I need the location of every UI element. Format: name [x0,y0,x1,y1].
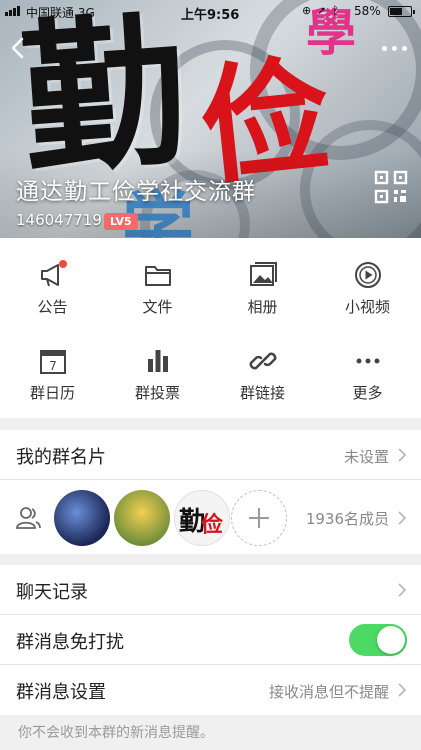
do-not-disturb-toggle[interactable] [349,624,407,656]
group-level-badge: LV5 [104,213,138,230]
qr-code-icon[interactable] [374,170,408,204]
group-name: 通达勤工俭学社交流群 [16,179,256,205]
more-options-icon[interactable] [380,38,410,58]
video-play-icon [355,262,381,288]
group-cover-banner: 勤 俭 学 學 中国联通 3G 上午9:56 ⊕ ➚ ᛒ 58% 通达勤工俭学社… [0,0,421,238]
feature-label: 相册 [247,298,278,316]
row-value: 接收消息但不提醒 [268,683,389,701]
message-settings-section: 聊天记录 群消息免打扰 群消息设置 接收消息但不提醒 [0,565,421,715]
member-avatar[interactable] [114,490,170,546]
folder-icon [145,266,171,286]
row-label: 群消息免打扰 [16,632,124,653]
row-value: 未设置 [343,448,389,466]
chat-history-row[interactable]: 聊天记录 [0,565,421,615]
feature-files[interactable]: 文件 [105,238,210,318]
status-time: 上午9:56 [181,8,240,23]
feature-label: 群日历 [29,384,75,402]
group-profile-section: 我的群名片 未设置 勤 俭 1936名成员 [0,430,421,554]
battery-percentage: 58% [354,4,381,18]
link-icon [249,352,277,370]
chevron-right-icon [398,683,407,697]
feature-label: 群投票 [134,384,180,402]
chevron-right-icon [398,448,407,462]
calendar-icon: 7 [40,350,66,374]
feature-label: 小视频 [344,298,390,316]
feature-album[interactable]: 相册 [210,238,315,318]
feature-calendar[interactable]: 7 群日历 [0,324,105,404]
feature-short-video[interactable]: 小视频 [315,238,420,318]
battery-icon [388,6,415,17]
feature-more[interactable]: 更多 [315,324,420,404]
svg-text:7: 7 [49,359,57,373]
row-label: 我的群名片 [16,447,106,468]
feature-vote[interactable]: 群投票 [105,324,210,404]
bluetooth-icon: ᛒ [332,4,340,17]
location-icon: ➚ [317,4,327,17]
member-avatar[interactable] [54,490,110,546]
chevron-right-icon [398,583,407,597]
message-settings-row[interactable]: 群消息设置 接收消息但不提醒 [0,665,421,715]
feature-link[interactable]: 群链接 [210,324,315,404]
orientation-lock-icon: ⊕ [302,4,312,17]
member-avatar[interactable]: 勤 俭 [174,490,230,546]
feature-label: 更多 [352,384,383,402]
member-count: 1936名成员 [305,510,389,528]
back-chevron-icon[interactable] [8,36,28,60]
add-member-button[interactable] [231,490,287,546]
feature-label: 公告 [37,298,68,316]
feature-announcement[interactable]: 公告 [0,238,105,318]
do-not-disturb-note: 你不会收到本群的新消息提醒。 [18,725,214,741]
chevron-right-icon [398,511,407,525]
row-label: 聊天记录 [16,582,88,603]
group-number: 146047719 [16,211,102,229]
bar-chart-icon [148,350,168,372]
feature-label: 文件 [142,298,173,316]
do-not-disturb-row: 群消息免打扰 [0,615,421,665]
feature-grid: 公告 文件 相册 小视频 7 群日历 群投票 群链接 更多 [0,238,421,418]
carrier-name: 中国联通 3G [26,6,95,20]
megaphone-icon [41,260,67,287]
members-icon [16,507,41,529]
photo-album-icon [250,262,277,286]
signal-strength-icon [5,6,20,16]
status-bar: 中国联通 3G 上午9:56 ⊕ ➚ ᛒ 58% [0,0,421,23]
more-horizontal-icon [356,358,380,364]
group-members-row[interactable]: 勤 俭 1936名成员 [0,480,421,556]
row-label: 群消息设置 [16,682,106,703]
my-group-card-row[interactable]: 我的群名片 未设置 [0,430,421,480]
group-info-page: 勤 俭 学 學 中国联通 3G 上午9:56 ⊕ ➚ ᛒ 58% 通达勤工俭学社… [0,0,421,750]
feature-label: 群链接 [239,384,285,402]
